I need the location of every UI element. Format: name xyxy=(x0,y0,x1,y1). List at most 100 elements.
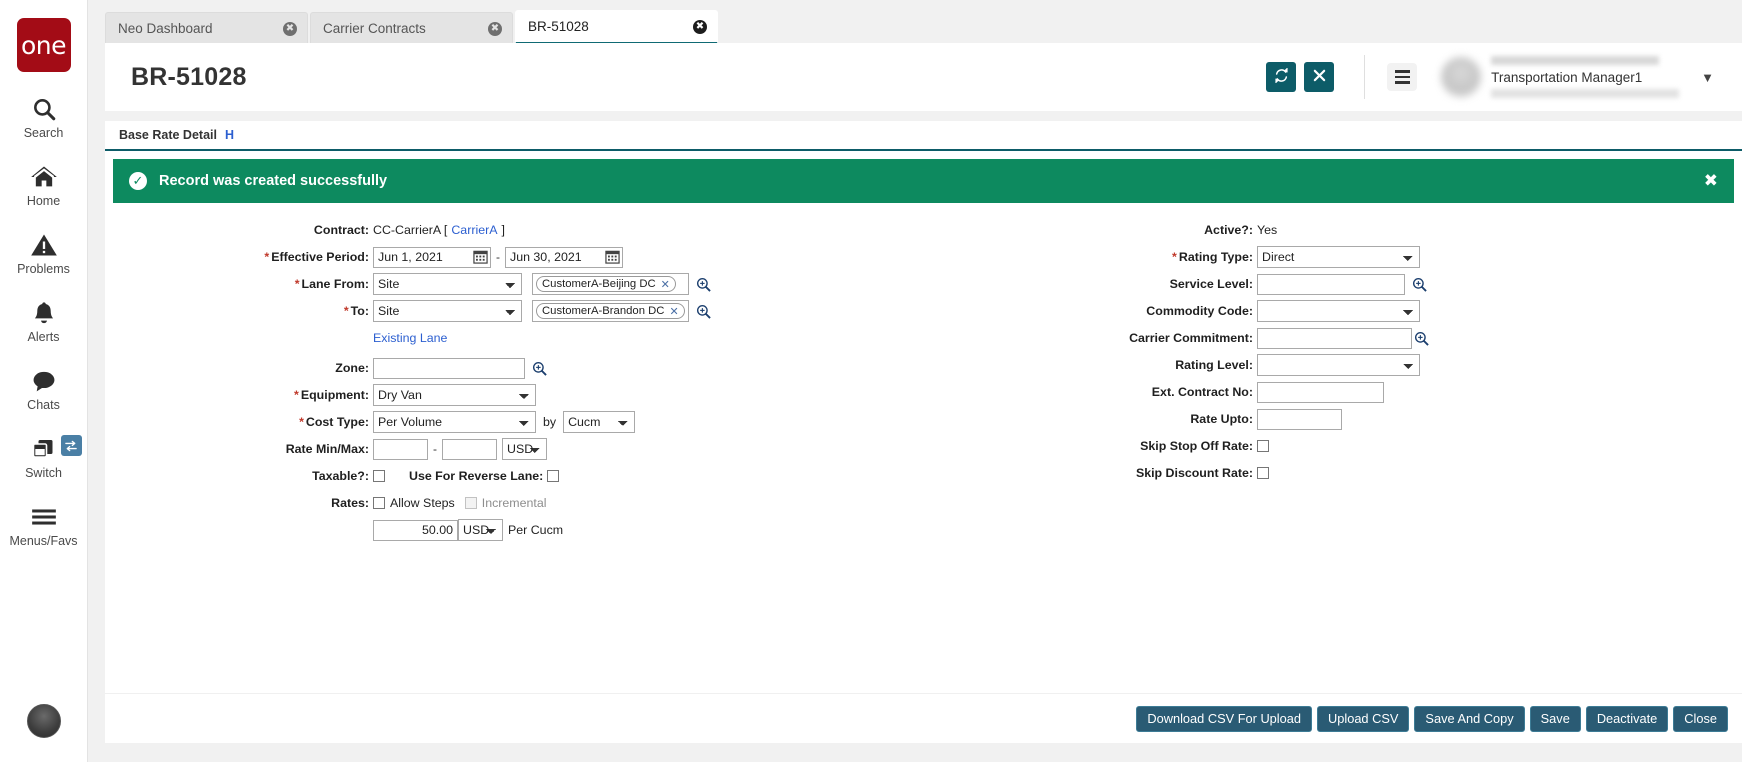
label-text: Rating Type: xyxy=(1178,250,1253,264)
tab-base-rate-detail[interactable]: Base Rate Detail xyxy=(119,128,217,142)
commodity-code-select[interactable] xyxy=(1257,300,1420,322)
token-label: CustomerA-Brandon DC xyxy=(542,305,665,317)
rate-currency-select[interactable]: USD xyxy=(502,438,547,460)
user-role: Transportation Manager1 xyxy=(1491,70,1643,86)
chat-bubble-icon xyxy=(30,366,58,396)
close-icon[interactable]: ✖ xyxy=(283,21,297,36)
content-card: Base Rate Detail H ✓ Record was created … xyxy=(105,121,1742,743)
close-icon[interactable]: ✖ xyxy=(488,21,502,36)
allow-steps-checkbox[interactable] xyxy=(373,497,385,509)
tab-title: Carrier Contracts xyxy=(323,21,426,36)
sidebar-item-chats[interactable]: Chats xyxy=(0,366,88,412)
rate-min-input[interactable] xyxy=(373,438,428,460)
label-contract: Contract: xyxy=(313,223,369,237)
label-active: Active?: xyxy=(1204,223,1253,237)
sidebar-label-menus-favs: Menus/Favs xyxy=(9,534,78,548)
search-picker-icon[interactable] xyxy=(1412,277,1427,292)
value-contract-end: ] xyxy=(501,223,505,237)
form-column-right: Active?: Yes * Rating Type: Direct Servic… xyxy=(985,219,1545,489)
rating-type-select[interactable]: Direct xyxy=(1257,246,1420,268)
calendar-icon[interactable] xyxy=(473,249,488,264)
upload-csv-button[interactable]: Upload CSV xyxy=(1317,705,1410,732)
rate-upto-input[interactable] xyxy=(1257,408,1342,430)
lane-from-token-box[interactable]: CustomerA-Beijing DC ✕ xyxy=(532,273,689,295)
rate-max-input[interactable] xyxy=(442,438,497,460)
link-existing-lane[interactable]: Existing Lane xyxy=(373,331,447,345)
equipment-select[interactable]: Dry Van xyxy=(373,384,536,406)
row-existing-lane: Existing Lane xyxy=(105,327,725,349)
calendar-icon[interactable] xyxy=(605,249,620,264)
sidebar-item-menus-favs[interactable]: Menus/Favs xyxy=(0,502,88,548)
tab-hotkey: H xyxy=(224,128,234,142)
search-picker-icon[interactable] xyxy=(1414,331,1429,346)
user-name-redacted xyxy=(1491,56,1660,66)
token-remove-icon[interactable]: ✕ xyxy=(669,305,678,318)
token: CustomerA-Beijing DC ✕ xyxy=(536,276,676,292)
one-network-logo[interactable]: one xyxy=(16,18,71,72)
sidebar-label-alerts: Alerts xyxy=(27,330,60,344)
service-level-input[interactable] xyxy=(1257,273,1405,295)
ext-contract-no-input[interactable] xyxy=(1257,381,1384,403)
tab-carrier-contracts[interactable]: Carrier Contracts ✖ xyxy=(310,12,513,44)
sidebar-item-search[interactable]: Search xyxy=(0,94,88,140)
close-icon[interactable]: ✖ xyxy=(1704,171,1718,191)
required-asterisk: * xyxy=(294,388,299,402)
carrier-commitment-input[interactable] xyxy=(1257,327,1412,349)
field-rate-upto: Rate Upto: xyxy=(985,408,1545,430)
cost-type-select[interactable]: Per Volume xyxy=(373,411,536,433)
label-commodity-code: Commodity Code: xyxy=(1146,304,1253,318)
label-skip-stop-off-rate: Skip Stop Off Rate: xyxy=(1140,439,1253,453)
close-button[interactable]: Close xyxy=(1673,705,1728,732)
sidebar-item-home[interactable]: Home xyxy=(0,162,88,208)
search-picker-icon[interactable] xyxy=(532,361,547,376)
token-remove-icon[interactable]: ✕ xyxy=(661,278,670,291)
token: CustomerA-Brandon DC ✕ xyxy=(536,303,685,319)
sidebar-item-alerts[interactable]: Alerts xyxy=(0,298,88,344)
user-avatar-rail[interactable] xyxy=(27,704,61,738)
chevron-down-icon[interactable]: ▼ xyxy=(1701,70,1714,85)
section-tab-bar: Base Rate Detail H xyxy=(105,121,1742,151)
required-asterisk: * xyxy=(1172,250,1177,264)
sidebar-item-switch[interactable]: Switch xyxy=(0,434,88,480)
download-csv-for-upload-button[interactable]: Download CSV For Upload xyxy=(1136,705,1312,732)
save-button[interactable]: Save xyxy=(1529,705,1581,732)
search-picker-icon[interactable] xyxy=(696,304,711,319)
refresh-button[interactable] xyxy=(1266,62,1297,92)
reverse-lane-checkbox[interactable] xyxy=(547,470,560,482)
rate-amount-currency-select[interactable]: USD xyxy=(458,519,503,541)
tab-br-51028[interactable]: BR-51028 ✖ xyxy=(515,10,718,44)
skip-discount-rate-checkbox[interactable] xyxy=(1257,467,1269,479)
to-token-box[interactable]: CustomerA-Brandon DC ✕ xyxy=(532,300,689,322)
rating-level-select[interactable] xyxy=(1257,354,1420,376)
sidebar-label-search: Search xyxy=(23,126,64,140)
tab-neo-dashboard[interactable]: Neo Dashboard ✖ xyxy=(105,12,308,44)
zone-input[interactable] xyxy=(373,357,525,379)
search-picker-icon[interactable] xyxy=(696,277,711,292)
field-carrier-commitment: Carrier Commitment: xyxy=(985,327,1545,349)
field-skip-stop-off-rate: Skip Stop Off Rate: xyxy=(985,435,1545,457)
switch-shortcut-icon[interactable] xyxy=(60,435,82,456)
rate-amount-input[interactable] xyxy=(373,519,458,541)
field-skip-discount-rate: Skip Discount Rate: xyxy=(985,462,1545,484)
bell-icon xyxy=(31,298,57,328)
link-carrier[interactable]: CarrierA xyxy=(451,223,497,237)
save-and-copy-button[interactable]: Save And Copy xyxy=(1414,705,1525,732)
refresh-icon xyxy=(1274,67,1289,86)
lane-from-type-select[interactable]: Site xyxy=(373,273,522,295)
user-profile-block[interactable]: Transportation Manager1 xyxy=(1441,56,1680,98)
label-text: Equipment: xyxy=(300,388,369,402)
deactivate-button[interactable]: Deactivate xyxy=(1585,705,1669,732)
close-icon[interactable]: ✖ xyxy=(693,19,707,34)
to-type-select[interactable]: Site xyxy=(373,300,522,322)
close-page-button[interactable] xyxy=(1304,62,1335,92)
required-asterisk: * xyxy=(299,415,304,429)
menu-button[interactable] xyxy=(1387,63,1418,91)
skip-stop-off-rate-checkbox[interactable] xyxy=(1257,440,1269,452)
tab-title: Neo Dashboard xyxy=(118,21,213,36)
field-to: * To: Site CustomerA-Brandon DC ✕ xyxy=(105,300,725,322)
field-zone: Zone: xyxy=(105,357,725,379)
cost-by-select[interactable]: Cucm xyxy=(563,411,636,433)
user-org-redacted xyxy=(1491,89,1680,98)
sidebar-item-problems[interactable]: Problems xyxy=(0,230,88,276)
taxable-checkbox[interactable] xyxy=(373,470,385,482)
